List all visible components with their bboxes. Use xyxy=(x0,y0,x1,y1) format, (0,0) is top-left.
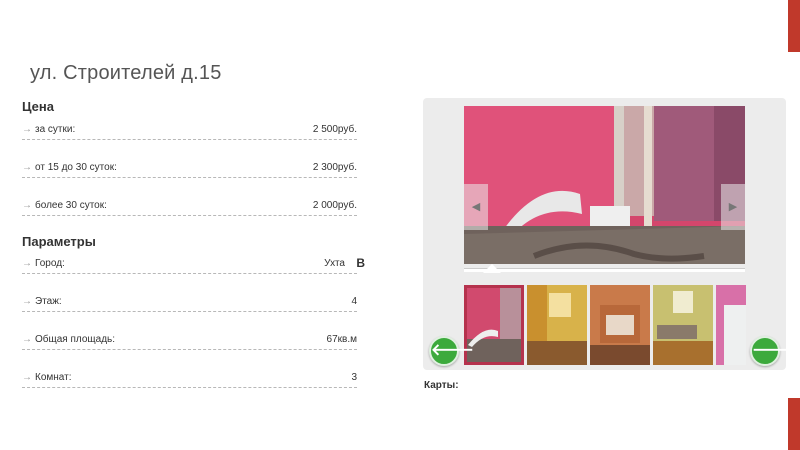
thumbnail[interactable] xyxy=(527,285,587,365)
params-row-value: Ухта xyxy=(324,258,345,269)
next-photo-button[interactable]: ▶ xyxy=(721,184,745,230)
params-row-label: Город: xyxy=(35,258,65,269)
thumb-image xyxy=(653,285,713,365)
price-row-label: от 15 до 30 суток: xyxy=(35,162,117,173)
arrow-right-icon: → xyxy=(22,258,32,269)
arrow-right-icon: → xyxy=(22,334,32,345)
main-photo[interactable]: ◀ ▶ xyxy=(464,106,745,264)
accent-bar-bottom xyxy=(788,398,800,450)
page-title: ул. Строителей д.15 xyxy=(30,62,222,84)
params-row-label: Комнат: xyxy=(35,372,72,383)
thumb-image xyxy=(527,285,587,365)
price-row-value: 2 500руб. xyxy=(312,124,357,135)
photo-gallery: ◀ ▶ 🡐 🡒 xyxy=(423,98,795,370)
price-row-value: 2 000руб. xyxy=(312,200,357,211)
params-row-label: Общая площадь: xyxy=(35,334,116,345)
price-row: → более 30 суток: 2 000руб. xyxy=(22,197,357,216)
price-row-value: 2 300руб. xyxy=(312,162,357,173)
params-row-value: 3 xyxy=(351,372,357,383)
params-row: → Этаж: 4 xyxy=(22,293,357,312)
arrow-right-icon: → xyxy=(22,296,32,307)
params-section-title: Параметры xyxy=(22,234,96,249)
price-row-label: за сутки: xyxy=(35,124,76,135)
thumbnail[interactable] xyxy=(716,285,746,365)
params-row-value: 67кв.м xyxy=(326,334,357,345)
price-row: → от 15 до 30 суток: 2 300руб. xyxy=(22,159,357,178)
arrow-right-icon: → xyxy=(22,162,32,173)
thumbnail[interactable] xyxy=(590,285,650,365)
arrow-right-icon: → xyxy=(22,124,32,135)
thumb-pointer xyxy=(483,264,501,273)
thumb-image xyxy=(590,285,650,365)
maps-label: Карты: xyxy=(424,380,459,391)
price-section-title: Цена xyxy=(22,99,54,114)
price-row-label: более 30 суток: xyxy=(35,200,107,211)
params-row-value-suffix: В xyxy=(356,256,365,270)
bedroom-photo xyxy=(464,106,745,264)
accent-bar-top xyxy=(788,0,800,52)
next-thumbs-button[interactable]: 🡒 xyxy=(750,336,795,366)
arrow-right-icon: → xyxy=(22,372,32,383)
params-row-label: Этаж: xyxy=(35,296,62,307)
prev-photo-button[interactable]: ◀ xyxy=(464,184,488,230)
thumb-image xyxy=(716,285,746,365)
price-row: → за сутки: 2 500руб. xyxy=(22,121,357,140)
params-row-value: 4 xyxy=(351,296,357,307)
params-row: → Комнат: 3 xyxy=(22,369,357,388)
prev-thumbs-button[interactable]: 🡐 xyxy=(429,336,474,366)
thumb-strip-divider xyxy=(464,268,745,272)
params-row: → Общая площадь: 67кв.м xyxy=(22,331,357,350)
thumbnail[interactable] xyxy=(653,285,713,365)
arrow-right-icon: → xyxy=(22,200,32,211)
params-row: → Город: Ухта В xyxy=(22,255,365,274)
